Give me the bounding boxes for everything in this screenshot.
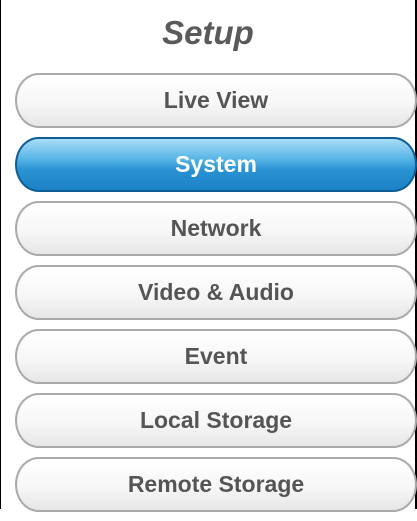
menu-item-local-storage[interactable]: Local Storage (15, 393, 417, 448)
menu-item-network[interactable]: Network (15, 201, 417, 256)
setup-menu: Live View System Network Video & Audio E… (15, 73, 417, 521)
menu-item-remote-storage[interactable]: Remote Storage (15, 457, 417, 512)
page-title: Setup (162, 14, 254, 51)
menu-item-label: Live View (163, 87, 269, 113)
menu-item-system[interactable]: System (15, 137, 417, 192)
menu-item-label: System (175, 151, 257, 177)
menu-item-label: Video & Audio (138, 279, 294, 305)
menu-item-label: Remote Storage (127, 471, 305, 497)
menu-item-label: Network (170, 215, 262, 241)
menu-item-video-audio[interactable]: Video & Audio (15, 265, 417, 320)
menu-item-live-view[interactable]: Live View (15, 73, 417, 128)
menu-item-event[interactable]: Event (15, 329, 417, 384)
menu-item-label: Local Storage (139, 407, 293, 433)
menu-item-label: Event (184, 343, 248, 369)
setup-panel: Setup Live View System Network Video & A… (0, 0, 417, 512)
